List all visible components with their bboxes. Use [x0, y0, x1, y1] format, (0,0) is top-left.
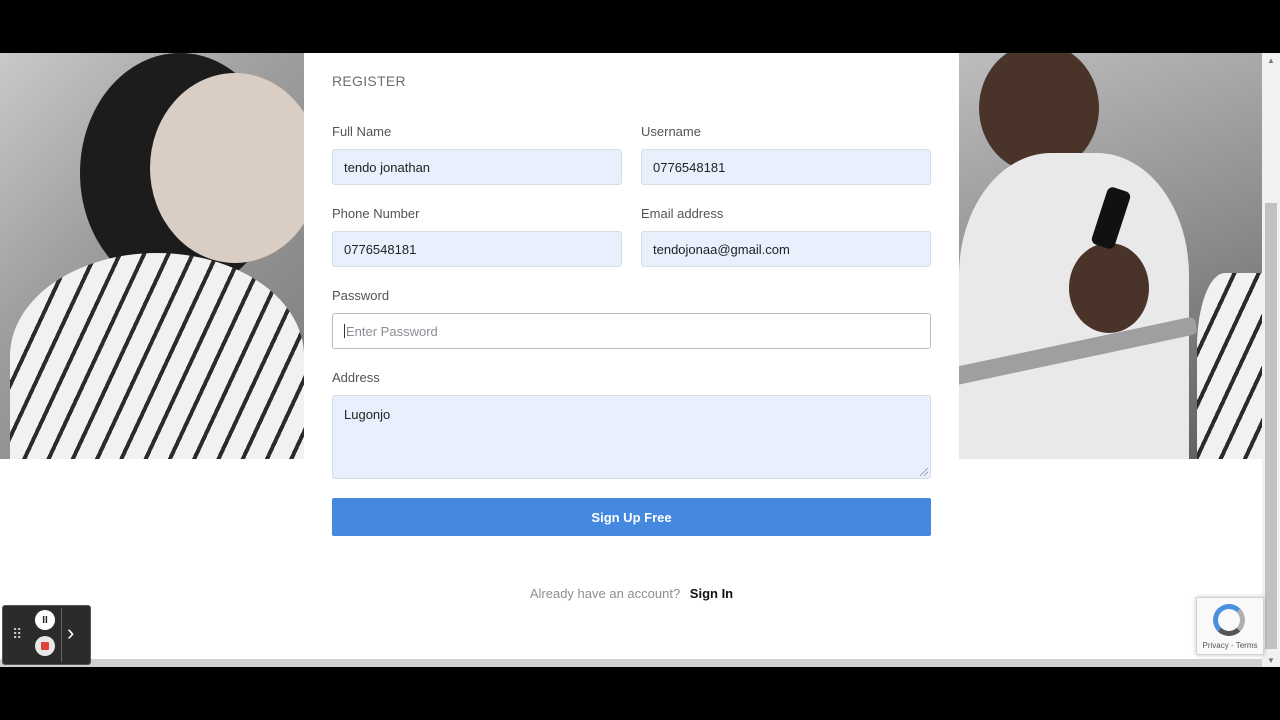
hero-image-right	[959, 53, 1262, 459]
full-name-label: Full Name	[332, 124, 392, 139]
signin-prompt: Already have an account?	[529, 586, 681, 601]
recaptcha-footer: Privacy - Terms	[1202, 641, 1258, 650]
page-bottom-bar	[0, 659, 1262, 667]
scroll-up-icon[interactable]: ▲	[1262, 53, 1280, 67]
signin-row: Already have an account? Sign In	[304, 586, 959, 601]
hero-striped-shirt	[10, 253, 304, 459]
vertical-scrollbar[interactable]: ▲ ▼	[1262, 53, 1280, 667]
pause-icon[interactable]: II	[35, 610, 55, 630]
chevron-right-icon[interactable]: ›	[67, 620, 74, 646]
email-label: Email address	[641, 206, 724, 221]
register-form-card: REGISTER Full Name tendo jonathan Userna…	[304, 53, 959, 667]
scroll-down-icon[interactable]: ▼	[1262, 653, 1280, 667]
recaptcha-badge[interactable]: Privacy - Terms	[1196, 597, 1264, 655]
hero-striped-shirt-edge	[1197, 273, 1262, 459]
resize-grip-icon[interactable]	[920, 468, 928, 476]
hero-hands	[1069, 243, 1149, 333]
phone-number-input[interactable]: 0776548181	[332, 231, 622, 267]
username-input[interactable]: 0776548181	[641, 149, 931, 185]
stop-icon[interactable]	[35, 636, 55, 656]
full-name-input[interactable]: tendo jonathan	[332, 149, 622, 185]
hero-image-left	[0, 53, 304, 459]
password-label: Password	[332, 288, 390, 303]
address-textarea[interactable]: Lugonjo	[332, 395, 931, 479]
address-label: Address	[332, 370, 380, 385]
phone-number-value: 0776548181	[344, 241, 417, 257]
address-value: Lugonjo	[344, 407, 391, 422]
recorder-divider	[61, 608, 62, 662]
form-title: REGISTER	[332, 73, 406, 89]
text-caret	[344, 324, 345, 338]
drag-handle-icon[interactable]: ⠿	[12, 626, 22, 643]
screen-recorder-widget: ⠿ II ›	[2, 605, 91, 665]
password-input[interactable]: Enter Password	[332, 313, 931, 349]
recaptcha-icon	[1213, 604, 1245, 636]
full-name-value: tendo jonathan	[344, 159, 431, 175]
browser-viewport: REGISTER Full Name tendo jonathan Userna…	[0, 53, 1280, 667]
sign-in-link[interactable]: Sign In	[690, 586, 733, 601]
password-placeholder: Enter Password	[346, 323, 438, 339]
email-input[interactable]: tendojonaa@gmail.com	[641, 231, 931, 267]
username-label: Username	[641, 124, 701, 139]
sign-up-button[interactable]: Sign Up Free	[332, 498, 931, 536]
phone-number-label: Phone Number	[332, 206, 420, 221]
username-value: 0776548181	[653, 159, 726, 175]
scroll-thumb[interactable]	[1265, 203, 1277, 649]
email-value: tendojonaa@gmail.com	[653, 241, 790, 257]
